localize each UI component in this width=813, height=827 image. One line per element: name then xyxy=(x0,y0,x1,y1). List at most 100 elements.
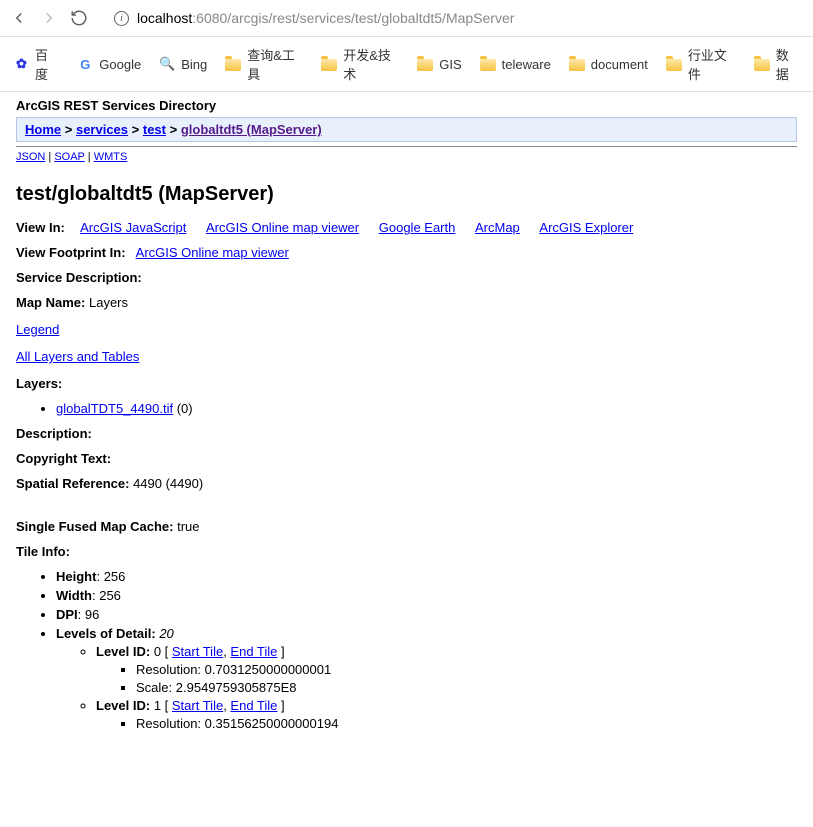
folder-icon xyxy=(417,56,433,72)
scale-label: Scale: xyxy=(136,680,172,695)
tile-info-row: Tile Info: xyxy=(16,544,797,559)
legend-link[interactable]: Legend xyxy=(16,322,59,337)
folder-icon xyxy=(569,56,585,72)
end-tile-link[interactable]: End Tile xyxy=(230,698,277,713)
level-id-label: Level ID: xyxy=(96,698,150,713)
resolution-item: Resolution: 0.35156250000000194 xyxy=(136,716,797,731)
single-fused-row: Single Fused Map Cache: true xyxy=(16,519,797,534)
bookmark-label: 查询&工具 xyxy=(247,45,303,83)
tile-info-label: Tile Info: xyxy=(16,544,70,559)
tile-info-list: Height: 256 Width: 256 DPI: 96 Levels of… xyxy=(16,569,797,731)
breadcrumb-sep: > xyxy=(132,122,140,137)
bookmark-label: document xyxy=(591,57,648,72)
resolution-value: 0.7031250000000001 xyxy=(205,662,332,677)
breadcrumb-folder[interactable]: test xyxy=(143,122,166,137)
layer-suffix: (0) xyxy=(177,401,193,416)
resolution-value: 0.35156250000000194 xyxy=(205,716,339,731)
width-label: Width xyxy=(56,588,92,603)
layer-link[interactable]: globalTDT5_4490.tif xyxy=(56,401,173,416)
json-link[interactable]: JSON xyxy=(16,151,45,163)
scale-item: Scale: 2.9549759305875E8 xyxy=(136,680,797,695)
view-footprint-label: View Footprint In: xyxy=(16,245,126,260)
bookmark-label: 行业文件 xyxy=(688,45,736,83)
bookmark-folder-industry[interactable]: 行业文件 xyxy=(666,45,736,83)
bing-icon: 🔍 xyxy=(159,56,175,72)
breadcrumb: Home > services > test > globaltdt5 (Map… xyxy=(16,117,797,142)
url-bar[interactable]: i localhost:6080/arcgis/rest/services/te… xyxy=(100,6,803,30)
width-value: 256 xyxy=(99,588,121,603)
map-name-value: Layers xyxy=(89,295,128,310)
view-in-arcgis-online[interactable]: ArcGIS Online map viewer xyxy=(206,220,359,235)
site-info-icon[interactable]: i xyxy=(114,11,129,26)
lod-label: Levels of Detail: xyxy=(56,626,156,641)
page-content: ArcGIS REST Services Directory Home > se… xyxy=(0,92,813,753)
bookmark-google[interactable]: G Google xyxy=(77,56,141,72)
bookmark-folder-data[interactable]: 数据 xyxy=(754,45,799,83)
browser-toolbar: i localhost:6080/arcgis/rest/services/te… xyxy=(0,0,813,37)
height-value: 256 xyxy=(104,569,126,584)
lod-count: 20 xyxy=(159,626,173,641)
bookmarks-bar: ✿ 百度 G Google 🔍 Bing 查询&工具 开发&技术 GIS tel… xyxy=(0,37,813,92)
breadcrumb-service[interactable]: globaltdt5 (MapServer) xyxy=(181,122,322,137)
bookmark-label: GIS xyxy=(439,57,461,72)
legend-row: Legend xyxy=(16,322,797,337)
end-tile-link[interactable]: End Tile xyxy=(230,644,277,659)
start-tile-link[interactable]: Start Tile xyxy=(172,698,223,713)
forward-button[interactable] xyxy=(40,9,58,27)
level-item: Level ID: 0 [ Start Tile, End Tile ] Res… xyxy=(96,644,797,695)
bookmark-bing[interactable]: 🔍 Bing xyxy=(159,56,207,72)
level-item: Level ID: 1 [ Start Tile, End Tile ] Res… xyxy=(96,698,797,731)
single-fused-value: true xyxy=(177,519,199,534)
tile-dpi-item: DPI: 96 xyxy=(56,607,797,622)
directory-title: ArcGIS REST Services Directory xyxy=(16,92,797,117)
bookmark-folder-dev[interactable]: 开发&技术 xyxy=(321,45,399,83)
all-layers-row: All Layers and Tables xyxy=(16,349,797,364)
soap-link[interactable]: SOAP xyxy=(54,151,84,163)
divider xyxy=(16,146,797,147)
view-in-arcgis-explorer[interactable]: ArcGIS Explorer xyxy=(539,220,633,235)
service-description-row: Service Description: xyxy=(16,270,797,285)
bookmark-label: 开发&技术 xyxy=(343,45,399,83)
view-in-arcgis-js[interactable]: ArcGIS JavaScript xyxy=(80,220,186,235)
breadcrumb-sep: > xyxy=(170,122,178,137)
view-footprint-row: View Footprint In: ArcGIS Online map vie… xyxy=(16,245,797,260)
bookmark-folder-query[interactable]: 查询&工具 xyxy=(225,45,303,83)
spatial-ref-label: Spatial Reference: xyxy=(16,476,129,491)
wmts-link[interactable]: WMTS xyxy=(94,151,128,163)
start-tile-link[interactable]: Start Tile xyxy=(172,644,223,659)
height-label: Height xyxy=(56,569,96,584)
bookmark-baidu[interactable]: ✿ 百度 xyxy=(14,45,59,83)
baidu-icon: ✿ xyxy=(14,56,29,72)
resolution-label: Resolution: xyxy=(136,662,201,677)
bookmark-folder-document[interactable]: document xyxy=(569,56,648,72)
footprint-link[interactable]: ArcGIS Online map viewer xyxy=(136,245,289,260)
bookmark-folder-teleware[interactable]: teleware xyxy=(480,56,551,72)
folder-icon xyxy=(225,56,241,72)
view-in-arcmap[interactable]: ArcMap xyxy=(475,220,520,235)
bookmark-label: Google xyxy=(99,57,141,72)
view-in-row: View In: ArcGIS JavaScript ArcGIS Online… xyxy=(16,220,797,235)
level-id-value: 0 xyxy=(154,644,161,659)
reload-button[interactable] xyxy=(70,9,88,27)
back-button[interactable] xyxy=(10,9,28,27)
level-id-label: Level ID: xyxy=(96,644,150,659)
bookmark-folder-gis[interactable]: GIS xyxy=(417,56,461,72)
view-in-label: View In: xyxy=(16,220,65,235)
url-text: localhost:6080/arcgis/rest/services/test… xyxy=(137,10,514,26)
view-in-google-earth[interactable]: Google Earth xyxy=(379,220,456,235)
scale-value: 2.9549759305875E8 xyxy=(176,680,297,695)
level-id-value: 1 xyxy=(154,698,161,713)
folder-icon xyxy=(754,56,770,72)
layer-item: globalTDT5_4490.tif (0) xyxy=(56,401,797,416)
breadcrumb-home[interactable]: Home xyxy=(25,122,61,137)
all-layers-link[interactable]: All Layers and Tables xyxy=(16,349,139,364)
dpi-label: DPI xyxy=(56,607,78,622)
folder-icon xyxy=(666,56,682,72)
dpi-value: 96 xyxy=(85,607,99,622)
breadcrumb-services[interactable]: services xyxy=(76,122,128,137)
bookmark-label: 百度 xyxy=(35,45,59,83)
bookmark-label: Bing xyxy=(181,57,207,72)
folder-icon xyxy=(480,56,496,72)
format-links: JSON | SOAP | WMTS xyxy=(16,149,797,171)
resolution-item: Resolution: 0.7031250000000001 xyxy=(136,662,797,677)
